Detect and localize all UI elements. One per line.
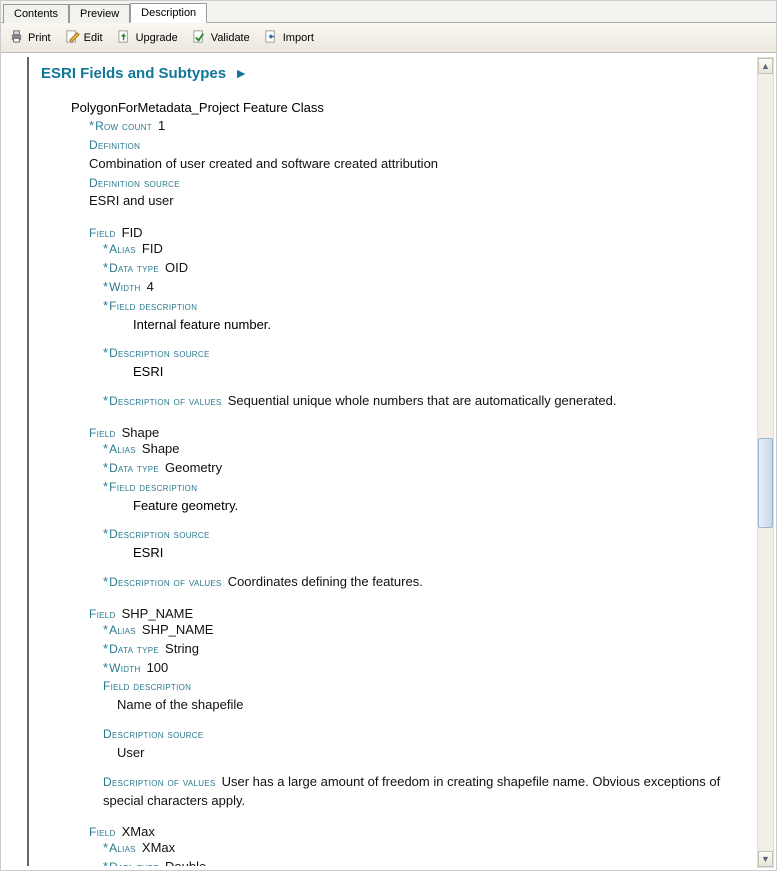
field-shape: FieldShape *AliasShape *Data typeGeometr… bbox=[89, 425, 752, 592]
printer-icon bbox=[9, 29, 24, 47]
field-fid-descvalues: Sequential unique whole numbers that are… bbox=[228, 393, 617, 408]
edit-icon bbox=[65, 29, 80, 47]
field-label: Field bbox=[89, 426, 116, 440]
scroll-thumb[interactable] bbox=[758, 438, 773, 528]
width-label: Width bbox=[109, 280, 141, 294]
alias-label: Alias bbox=[109, 623, 136, 637]
tab-bar: Contents Preview Description bbox=[1, 1, 776, 23]
field-fid-datatype: OID bbox=[165, 260, 188, 275]
field-shape-desc: Feature geometry. bbox=[133, 497, 752, 516]
field-fid-name: FID bbox=[122, 225, 143, 240]
scroll-down-arrow-icon[interactable]: ▼ bbox=[758, 851, 773, 867]
datatype-label: Data type bbox=[109, 261, 159, 275]
definition-source-value: ESRI and user bbox=[89, 192, 752, 211]
field-shpname-alias: SHP_NAME bbox=[142, 622, 214, 637]
expand-arrow-icon[interactable]: ► bbox=[234, 65, 248, 81]
field-label: Field bbox=[89, 226, 116, 240]
validate-button[interactable]: Validate bbox=[192, 29, 250, 47]
field-shpname-datatype: String bbox=[165, 641, 199, 656]
import-button[interactable]: Import bbox=[264, 29, 314, 47]
row-count-value: 1 bbox=[158, 118, 165, 133]
alias-label: Alias bbox=[109, 442, 136, 456]
toolbar: Print Edit Upgrade Validate Import bbox=[1, 23, 776, 53]
field-shape-alias: Shape bbox=[142, 441, 180, 456]
field-fid: FieldFID *AliasFID *Data typeOID *Width4… bbox=[89, 225, 752, 411]
fielddesc-label: Field description bbox=[109, 480, 197, 494]
definition-label: Definition bbox=[89, 138, 140, 152]
field-shpname-width: 100 bbox=[147, 660, 169, 675]
definition-value: Combination of user created and software… bbox=[89, 155, 752, 174]
field-shape-descvalues: Coordinates defining the features. bbox=[228, 574, 423, 589]
descvalues-label: Description of values bbox=[109, 394, 222, 408]
description-content: ESRI Fields and Subtypes ► PolygonForMet… bbox=[27, 57, 752, 866]
edit-label: Edit bbox=[84, 32, 103, 44]
descvalues-label: Description of values bbox=[103, 775, 216, 789]
print-label: Print bbox=[28, 32, 51, 44]
descsource-label: Description source bbox=[103, 727, 204, 741]
import-label: Import bbox=[283, 32, 314, 44]
field-shpname-desc: Name of the shapefile bbox=[117, 696, 752, 715]
field-xmax-name: XMax bbox=[122, 824, 155, 839]
section-title[interactable]: ESRI Fields and Subtypes ► bbox=[41, 65, 752, 82]
field-xmax: FieldXMax *AliasXMax *Data typeDouble *W… bbox=[89, 824, 752, 866]
field-shpname: FieldSHP_NAME *AliasSHP_NAME *Data typeS… bbox=[89, 606, 752, 811]
field-shpname-descsource: User bbox=[117, 744, 752, 763]
fielddesc-label: Field description bbox=[109, 299, 197, 313]
alias-label: Alias bbox=[109, 242, 136, 256]
vertical-scrollbar[interactable]: ▲ ▼ bbox=[757, 57, 774, 868]
datatype-label: Data type bbox=[109, 860, 159, 866]
field-label: Field bbox=[89, 607, 116, 621]
field-xmax-alias: XMax bbox=[142, 840, 175, 855]
descsource-label: Description source bbox=[109, 346, 210, 360]
print-button[interactable]: Print bbox=[9, 29, 51, 47]
field-shpname-name: SHP_NAME bbox=[122, 606, 194, 621]
field-shape-datatype: Geometry bbox=[165, 460, 222, 475]
feature-class-name: PolygonForMetadata_Project Feature Class bbox=[71, 100, 752, 115]
upgrade-icon bbox=[117, 29, 132, 47]
tab-preview[interactable]: Preview bbox=[69, 4, 130, 23]
field-fid-alias: FID bbox=[142, 241, 163, 256]
row-count-label: Row count bbox=[95, 119, 152, 133]
descsource-label: Description source bbox=[109, 527, 210, 541]
definition-source-label: Definition source bbox=[89, 176, 180, 190]
field-shape-descsource: ESRI bbox=[133, 544, 752, 563]
scroll-up-arrow-icon[interactable]: ▲ bbox=[758, 58, 773, 74]
validate-icon bbox=[192, 29, 207, 47]
datatype-label: Data type bbox=[109, 461, 159, 475]
section-title-text: ESRI Fields and Subtypes bbox=[41, 65, 226, 82]
width-label: Width bbox=[109, 661, 141, 675]
upgrade-label: Upgrade bbox=[136, 32, 178, 44]
field-fid-descsource: ESRI bbox=[133, 363, 752, 382]
field-fid-width: 4 bbox=[147, 279, 154, 294]
field-shape-name: Shape bbox=[122, 425, 160, 440]
field-fid-desc: Internal feature number. bbox=[133, 316, 752, 335]
field-xmax-datatype: Double bbox=[165, 859, 206, 866]
upgrade-button[interactable]: Upgrade bbox=[117, 29, 178, 47]
tab-description[interactable]: Description bbox=[130, 3, 207, 23]
descvalues-label: Description of values bbox=[109, 575, 222, 589]
fielddesc-label: Field description bbox=[103, 679, 191, 693]
tab-contents[interactable]: Contents bbox=[3, 4, 69, 23]
field-label: Field bbox=[89, 825, 116, 839]
edit-button[interactable]: Edit bbox=[65, 29, 103, 47]
alias-label: Alias bbox=[109, 841, 136, 855]
datatype-label: Data type bbox=[109, 642, 159, 656]
validate-label: Validate bbox=[211, 32, 250, 44]
import-icon bbox=[264, 29, 279, 47]
